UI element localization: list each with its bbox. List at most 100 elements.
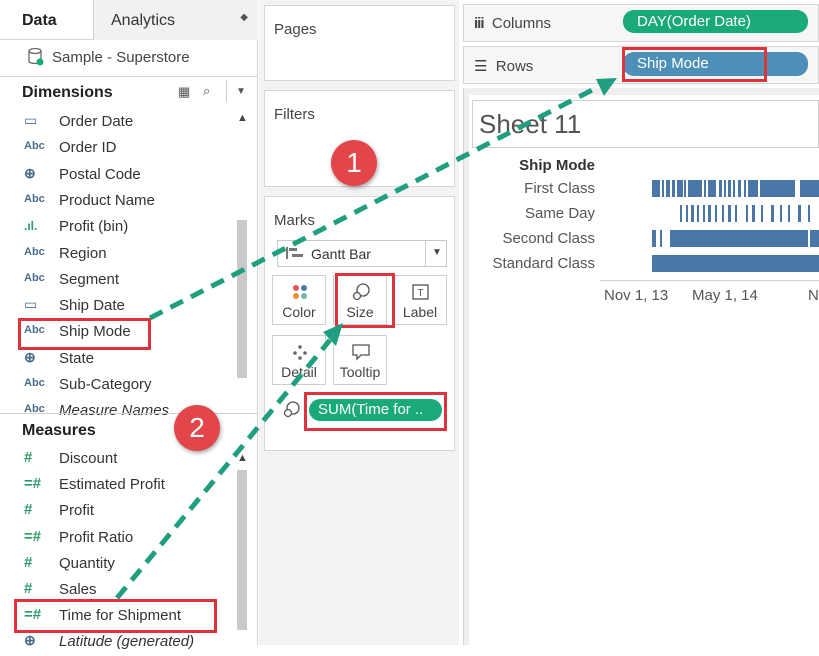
gantt-bar[interactable] bbox=[752, 205, 755, 222]
rows-label-text: Rows bbox=[495, 58, 534, 75]
gantt-bar[interactable] bbox=[697, 205, 699, 222]
field-profit-bin[interactable]: .ıl. Profit (bin) bbox=[0, 215, 232, 241]
chevron-down-icon[interactable]: ▼ bbox=[236, 86, 246, 97]
gantt-bar[interactable] bbox=[652, 230, 656, 247]
step-badge-1: 1 bbox=[331, 140, 377, 186]
field-sub-category[interactable]: Abc Sub-Category bbox=[0, 373, 232, 399]
color-label: Color bbox=[282, 304, 316, 320]
sheet-title[interactable]: Sheet 11 bbox=[472, 100, 819, 148]
gantt-bar[interactable] bbox=[744, 180, 746, 197]
scroll-thumb[interactable] bbox=[237, 220, 247, 378]
highlight-time-for-shipment bbox=[14, 599, 217, 633]
gantt-bar[interactable] bbox=[722, 205, 724, 222]
field-quantity[interactable]: # Quantity bbox=[0, 552, 232, 578]
gantt-bar[interactable] bbox=[662, 180, 664, 197]
field-product-name[interactable]: Abc Product Name bbox=[0, 189, 232, 215]
calendar-icon: ▭ bbox=[24, 112, 38, 128]
gantt-bar[interactable] bbox=[810, 230, 819, 247]
section-divider bbox=[0, 413, 258, 414]
columns-shelf-label: iii Columns bbox=[474, 15, 551, 32]
dimensions-title: Dimensions bbox=[22, 84, 113, 101]
gantt-bar[interactable] bbox=[788, 205, 790, 222]
columns-pill[interactable]: DAY(Order Date) bbox=[623, 10, 808, 33]
gantt-bar[interactable] bbox=[691, 205, 694, 222]
gantt-bar[interactable] bbox=[715, 205, 717, 222]
gantt-bar[interactable] bbox=[680, 205, 682, 222]
field-label: Discount bbox=[59, 450, 118, 467]
gantt-bar[interactable] bbox=[800, 180, 819, 197]
tooltip-button[interactable]: Tooltip bbox=[333, 335, 387, 385]
gantt-bar[interactable] bbox=[686, 205, 688, 222]
database-icon bbox=[28, 47, 44, 66]
gantt-bar[interactable] bbox=[798, 205, 801, 222]
gantt-bar[interactable] bbox=[652, 180, 660, 197]
tab-analytics[interactable]: Analytics ◆ bbox=[93, 0, 258, 40]
scroll-up-icon[interactable]: ▲ bbox=[237, 452, 248, 464]
field-region[interactable]: Abc Region bbox=[0, 242, 232, 268]
gantt-bar[interactable] bbox=[672, 180, 675, 197]
field-label: Profit Ratio bbox=[59, 528, 134, 546]
gantt-bar[interactable] bbox=[733, 180, 735, 197]
gantt-bar[interactable] bbox=[760, 180, 795, 197]
list-view-icon[interactable]: ▦ bbox=[178, 84, 190, 100]
field-postal-code[interactable]: ⊕ Postal Code bbox=[0, 163, 232, 189]
field-latitude-generated[interactable]: ⊕ Latitude (generated) bbox=[0, 630, 232, 656]
field-label: Postal Code bbox=[59, 165, 141, 183]
measures-scrollbar[interactable]: ▲ bbox=[233, 446, 251, 645]
field-profit[interactable]: # Profit bbox=[0, 499, 232, 525]
tab-data[interactable]: Data bbox=[0, 0, 92, 40]
dimensions-scrollbar[interactable]: ▲ bbox=[233, 108, 251, 408]
gantt-bar[interactable] bbox=[748, 180, 758, 197]
gantt-bar[interactable] bbox=[746, 205, 748, 222]
gantt-bar[interactable] bbox=[728, 180, 731, 197]
gantt-bar[interactable] bbox=[724, 180, 726, 197]
rows-icon: ☰ bbox=[474, 58, 488, 75]
chevron-down-icon[interactable]: ▼ bbox=[432, 247, 442, 258]
gantt-bar[interactable] bbox=[684, 180, 686, 197]
gantt-bar[interactable] bbox=[688, 180, 702, 197]
size-icon bbox=[283, 401, 300, 418]
color-button[interactable]: Color bbox=[272, 275, 326, 325]
rows-shelf-label: ☰ Rows bbox=[474, 57, 533, 75]
search-icon[interactable]: ⌕ bbox=[203, 83, 210, 99]
field-order-id[interactable]: Abc Order ID bbox=[0, 136, 232, 162]
gantt-bar[interactable] bbox=[780, 205, 782, 222]
scroll-thumb[interactable] bbox=[237, 470, 247, 630]
gantt-bar[interactable] bbox=[771, 205, 774, 222]
field-label: Segment bbox=[59, 270, 120, 288]
x-tick-label: May 1, 14 bbox=[692, 287, 758, 304]
gantt-bar[interactable] bbox=[652, 255, 819, 272]
gantt-bar[interactable] bbox=[808, 205, 810, 222]
gantt-bar[interactable] bbox=[677, 180, 683, 197]
field-segment[interactable]: Abc Segment bbox=[0, 268, 232, 294]
gantt-bar[interactable] bbox=[660, 230, 662, 247]
detail-button[interactable]: Detail bbox=[272, 335, 326, 385]
field-label: Sub-Category bbox=[59, 376, 152, 393]
label-button[interactable]: T Label bbox=[393, 275, 447, 325]
gantt-bar[interactable] bbox=[738, 180, 741, 197]
gantt-bar[interactable] bbox=[761, 205, 763, 222]
pages-card[interactable]: Pages bbox=[264, 5, 455, 81]
field-order-date[interactable]: ▭ Order Date bbox=[0, 110, 232, 136]
gantt-bar[interactable] bbox=[735, 205, 737, 222]
gantt-bar[interactable] bbox=[708, 180, 716, 197]
field-state[interactable]: ⊕ State bbox=[0, 347, 232, 373]
filters-title: Filters bbox=[274, 106, 315, 123]
highlight-size-pill bbox=[304, 392, 447, 431]
gantt-bar[interactable] bbox=[703, 205, 705, 222]
gantt-bar[interactable] bbox=[719, 180, 722, 197]
gantt-bar[interactable] bbox=[708, 205, 711, 222]
gantt-bar[interactable] bbox=[728, 205, 731, 222]
field-label: Sales bbox=[59, 581, 97, 598]
gantt-bar[interactable] bbox=[666, 180, 670, 197]
globe-icon: ⊕ bbox=[24, 164, 36, 181]
field-estimated-profit[interactable]: =# Estimated Profit bbox=[0, 473, 232, 499]
gantt-bar[interactable] bbox=[704, 180, 706, 197]
label-label: Label bbox=[402, 304, 438, 320]
scroll-up-icon[interactable]: ▲ bbox=[237, 112, 248, 124]
mark-type-value: Gantt Bar bbox=[311, 246, 371, 262]
gantt-bar[interactable] bbox=[670, 230, 808, 247]
gantt-chart bbox=[652, 180, 819, 272]
field-ship-date[interactable]: ▭ Ship Date bbox=[0, 294, 232, 320]
field-profit-ratio[interactable]: =# Profit Ratio bbox=[0, 526, 232, 552]
